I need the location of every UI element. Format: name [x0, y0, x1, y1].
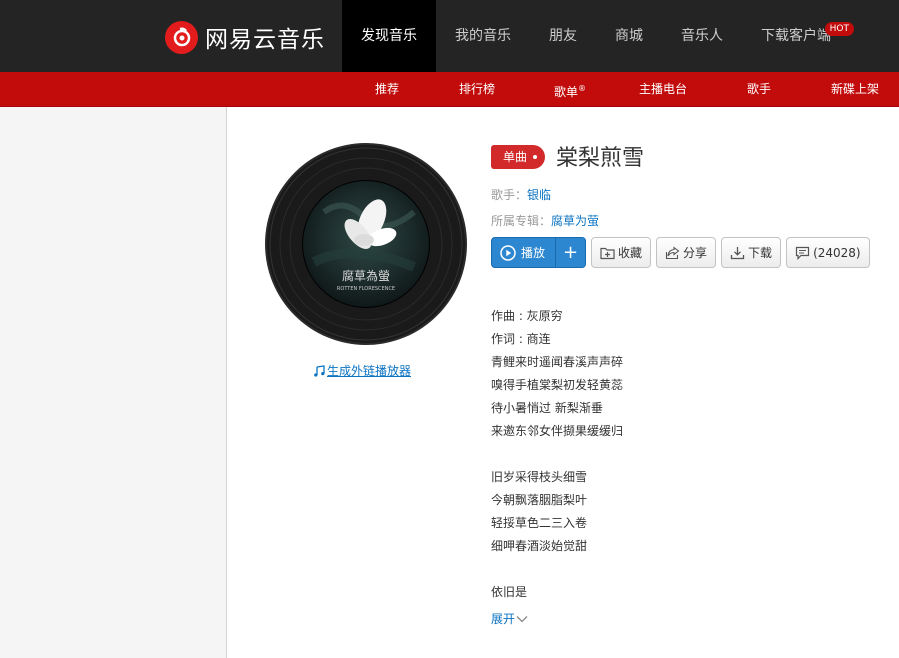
subnav-new-albums[interactable]: 新碟上架 — [831, 72, 879, 107]
play-circle-icon — [500, 244, 516, 261]
lyric-line: 细呷春酒淡始觉甜 — [491, 539, 588, 553]
music-note-icon — [314, 364, 325, 377]
lyric-line: 嗅得手植棠梨初发轻黄蕊 — [491, 378, 624, 392]
expand-label: 展开 — [491, 612, 516, 626]
cover-title: 腐草為螢 — [342, 268, 390, 283]
add-to-playlist-button[interactable]: + — [555, 238, 585, 267]
lyric-line: 待小暑悄过 新梨渐垂 — [491, 401, 603, 415]
single-tag: 单曲 — [491, 145, 545, 169]
expand-lyrics-button[interactable]: 展开 — [491, 610, 528, 627]
nav-store[interactable]: 商城 — [596, 0, 662, 72]
nav-download-label: 下载客户端 — [761, 28, 831, 44]
logo-text: 网易云音乐 — [205, 27, 325, 53]
folder-add-icon — [600, 247, 615, 259]
nav-friends[interactable]: 朋友 — [530, 0, 596, 72]
download-button[interactable]: 下载 — [721, 237, 782, 268]
subnav-playlists-label: 歌单 — [554, 85, 579, 99]
comment-button[interactable]: (24028) — [786, 237, 870, 268]
play-button[interactable]: 播放 — [492, 238, 555, 267]
subnav-recommend[interactable]: 推荐 — [375, 72, 399, 107]
subnav-charts[interactable]: 排行榜 — [459, 72, 495, 107]
netease-music-logo[interactable]: 网易云音乐 — [165, 20, 325, 54]
play-button-group: 播放 + — [491, 237, 587, 268]
subnav-artists[interactable]: 歌手 — [747, 72, 771, 107]
collect-label: 收藏 — [618, 246, 643, 260]
chevron-down-icon — [516, 615, 528, 622]
album-row: 所属专辑：腐草为萤 — [491, 212, 599, 229]
song-detail-panel: 腐草為螢 ROTTEN FLORESCENCE 生成外链播放器 单曲 棠梨煎雪 … — [226, 107, 899, 658]
collect-button[interactable]: 收藏 — [591, 237, 652, 268]
song-title: 棠梨煎雪 — [556, 146, 645, 171]
nav-discover-music[interactable]: 发现音乐 — [342, 0, 436, 72]
logo-icon — [165, 20, 198, 54]
generate-player-link[interactable]: 生成外链播放器 — [313, 362, 411, 379]
comment-count: (24028) — [813, 245, 861, 260]
lyric-line: 青鲤来时遥闻春溪声声碎 — [491, 355, 624, 369]
player-link-label: 生成外链播放器 — [327, 364, 412, 378]
action-buttons: 播放 + 收藏 分享 下载 (24028) — [491, 237, 870, 268]
album-cover-disc[interactable]: 腐草為螢 ROTTEN FLORESCENCE — [264, 142, 468, 346]
lyrics: 作曲 : 灰原穷 作词 : 商连 青鲤来时遥闻春溪声声碎 嗅得手植棠梨初发轻黄蕊… — [491, 305, 623, 604]
lyric-line: 作曲 : 灰原穷 — [491, 309, 563, 323]
singer-link[interactable]: 银临 — [527, 188, 551, 202]
lyric-line: 依旧是 — [491, 585, 528, 599]
lyric-line: 来邀东邻女伴撷果缓缓归 — [491, 424, 624, 438]
top-header: 网易云音乐 发现音乐 我的音乐 朋友 商城 音乐人 下载客户端 HOT — [0, 0, 899, 72]
singer-label: 歌手： — [491, 188, 528, 202]
nav-my-music[interactable]: 我的音乐 — [436, 0, 530, 72]
share-icon — [665, 245, 680, 259]
cover-subtitle: ROTTEN FLORESCENCE — [337, 286, 395, 292]
lyric-line — [491, 443, 623, 466]
comment-icon — [795, 246, 810, 260]
main-nav: 发现音乐 我的音乐 朋友 商城 音乐人 下载客户端 HOT — [342, 0, 854, 72]
sub-nav: 推荐 排行榜 歌单® 主播电台 歌手 新碟上架 — [0, 72, 899, 107]
lyric-line: 旧岁采得枝头细雪 — [491, 470, 588, 484]
share-label: 分享 — [683, 246, 708, 260]
singer-row: 歌手：银临 — [491, 186, 551, 203]
play-label: 播放 — [521, 246, 546, 260]
lyric-line: 作词 : 商连 — [491, 332, 551, 346]
subnav-playlists[interactable]: 歌单® — [554, 72, 586, 107]
nav-musician[interactable]: 音乐人 — [662, 0, 742, 72]
download-icon — [730, 246, 745, 259]
album-link[interactable]: 腐草为萤 — [551, 214, 599, 228]
hot-badge: HOT — [824, 22, 854, 36]
download-label: 下载 — [748, 246, 773, 260]
lyric-line: 今朝飘落胭脂梨叶 — [491, 493, 588, 507]
subnav-radio[interactable]: 主播电台 — [639, 72, 687, 107]
registered-mark-icon: ® — [578, 84, 587, 93]
album-label: 所属专辑： — [491, 214, 552, 228]
lyric-line — [491, 558, 623, 581]
lyric-line: 轻挼草色二三入卷 — [491, 516, 588, 530]
nav-download-client[interactable]: 下载客户端 HOT — [742, 0, 854, 72]
share-button[interactable]: 分享 — [656, 237, 717, 268]
